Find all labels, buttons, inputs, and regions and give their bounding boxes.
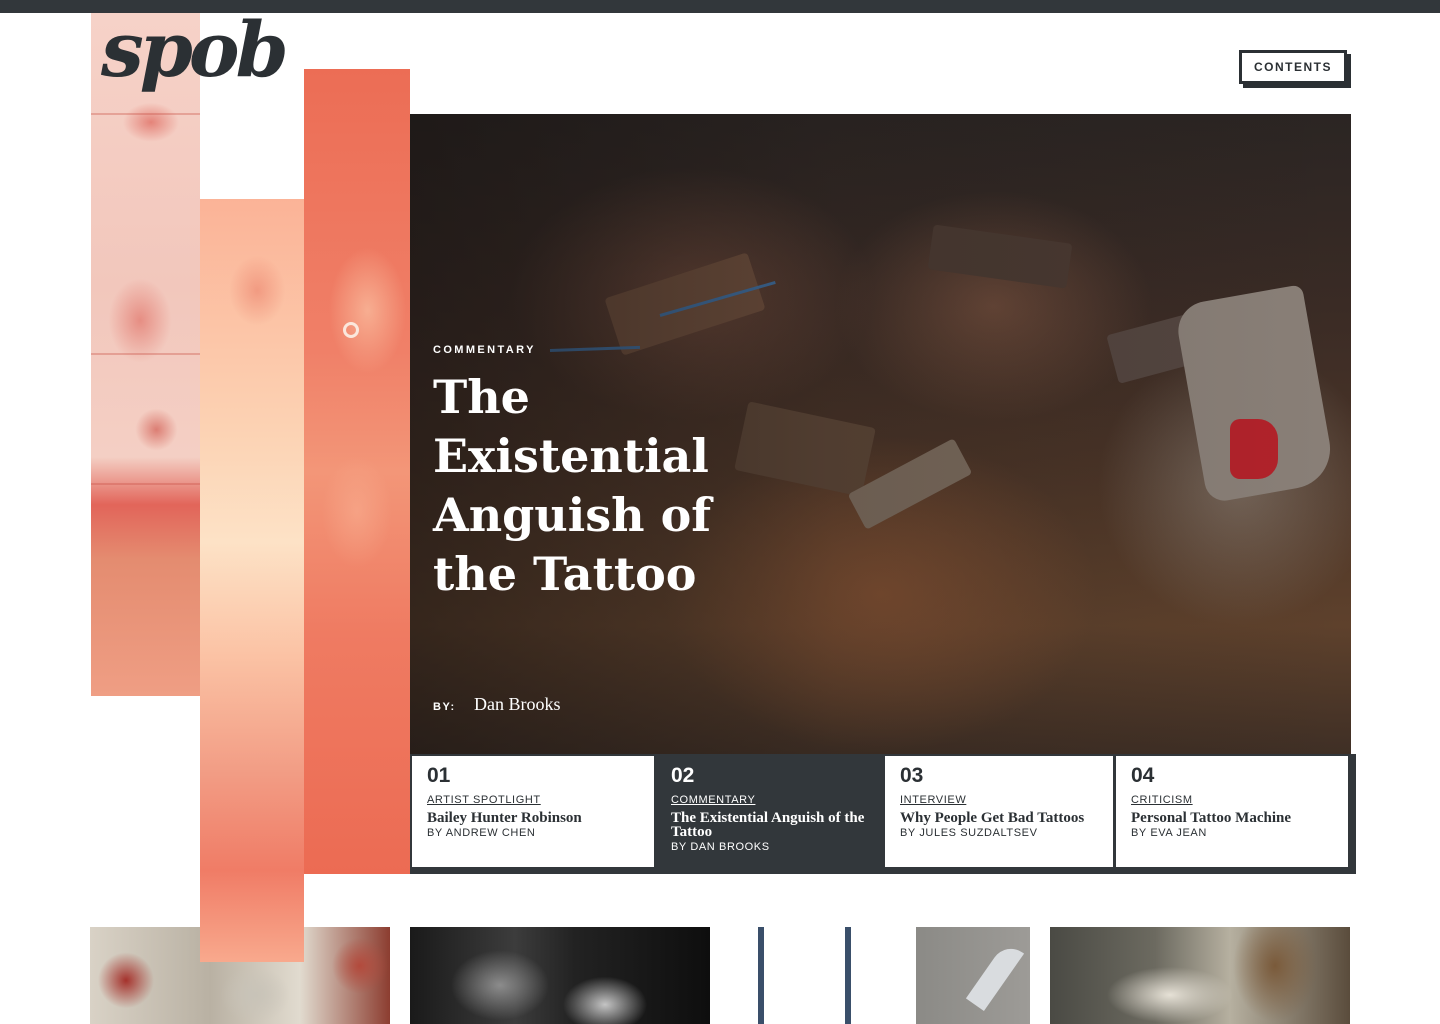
article-author: BY JULES SUZDALTSEV — [900, 827, 1038, 839]
thumbnail-tattooed-hands[interactable] — [410, 927, 710, 1024]
article-author: BY DAN BROOKS — [671, 841, 770, 853]
article-category[interactable]: CRITICISM — [1131, 794, 1333, 806]
hero-title[interactable]: The Existential Anguish of the Tattoo — [433, 368, 713, 604]
ring-detail — [343, 322, 359, 338]
article-author: BY ANDREW CHEN — [427, 827, 536, 839]
article-title[interactable]: The Existential Anguish of the Tattoo — [671, 811, 868, 840]
article-number: 04 — [1131, 764, 1155, 787]
article-list: 01 ARTIST SPOTLIGHT Bailey Hunter Robins… — [410, 754, 1356, 874]
article-title[interactable]: Why People Get Bad Tattoos — [900, 811, 1098, 826]
article-title[interactable]: Personal Tattoo Machine — [1131, 811, 1333, 826]
thumbnail-sketches[interactable] — [1050, 927, 1350, 1024]
article-title[interactable]: Bailey Hunter Robinson — [427, 811, 639, 826]
site-logo[interactable]: spob — [101, 12, 289, 88]
article-card-04[interactable]: 04 CRITICISM Personal Tattoo Machine BY … — [1116, 756, 1348, 867]
by-label: BY: — [433, 701, 456, 713]
article-number: 01 — [427, 764, 451, 787]
hero-text-block: COMMENTARY The Existential Anguish of th… — [433, 344, 753, 604]
hero-category[interactable]: COMMENTARY — [433, 344, 753, 356]
contents-button[interactable]: CONTENTS — [1239, 50, 1347, 84]
article-number: 03 — [900, 764, 924, 787]
thumbnail-chef-illustration[interactable] — [730, 927, 1030, 1024]
decorative-strip-tattooed-hand — [304, 69, 410, 874]
article-card-01[interactable]: 01 ARTIST SPOTLIGHT Bailey Hunter Robins… — [412, 756, 654, 867]
article-card-03[interactable]: 03 INTERVIEW Why People Get Bad Tattoos … — [885, 756, 1113, 867]
article-category[interactable]: COMMENTARY — [671, 794, 868, 806]
article-category[interactable]: INTERVIEW — [900, 794, 1098, 806]
article-number: 02 — [671, 764, 695, 787]
decorative-strip-flash-art — [91, 13, 200, 696]
article-category[interactable]: ARTIST SPOTLIGHT — [427, 794, 639, 806]
article-author: BY EVA JEAN — [1131, 827, 1207, 839]
hero-author[interactable]: Dan Brooks — [474, 694, 561, 715]
decorative-strip-overlay — [200, 199, 304, 962]
article-card-02[interactable]: 02 COMMENTARY The Existential Anguish of… — [656, 756, 883, 867]
hero-byline: BY: Dan Brooks — [433, 694, 561, 715]
